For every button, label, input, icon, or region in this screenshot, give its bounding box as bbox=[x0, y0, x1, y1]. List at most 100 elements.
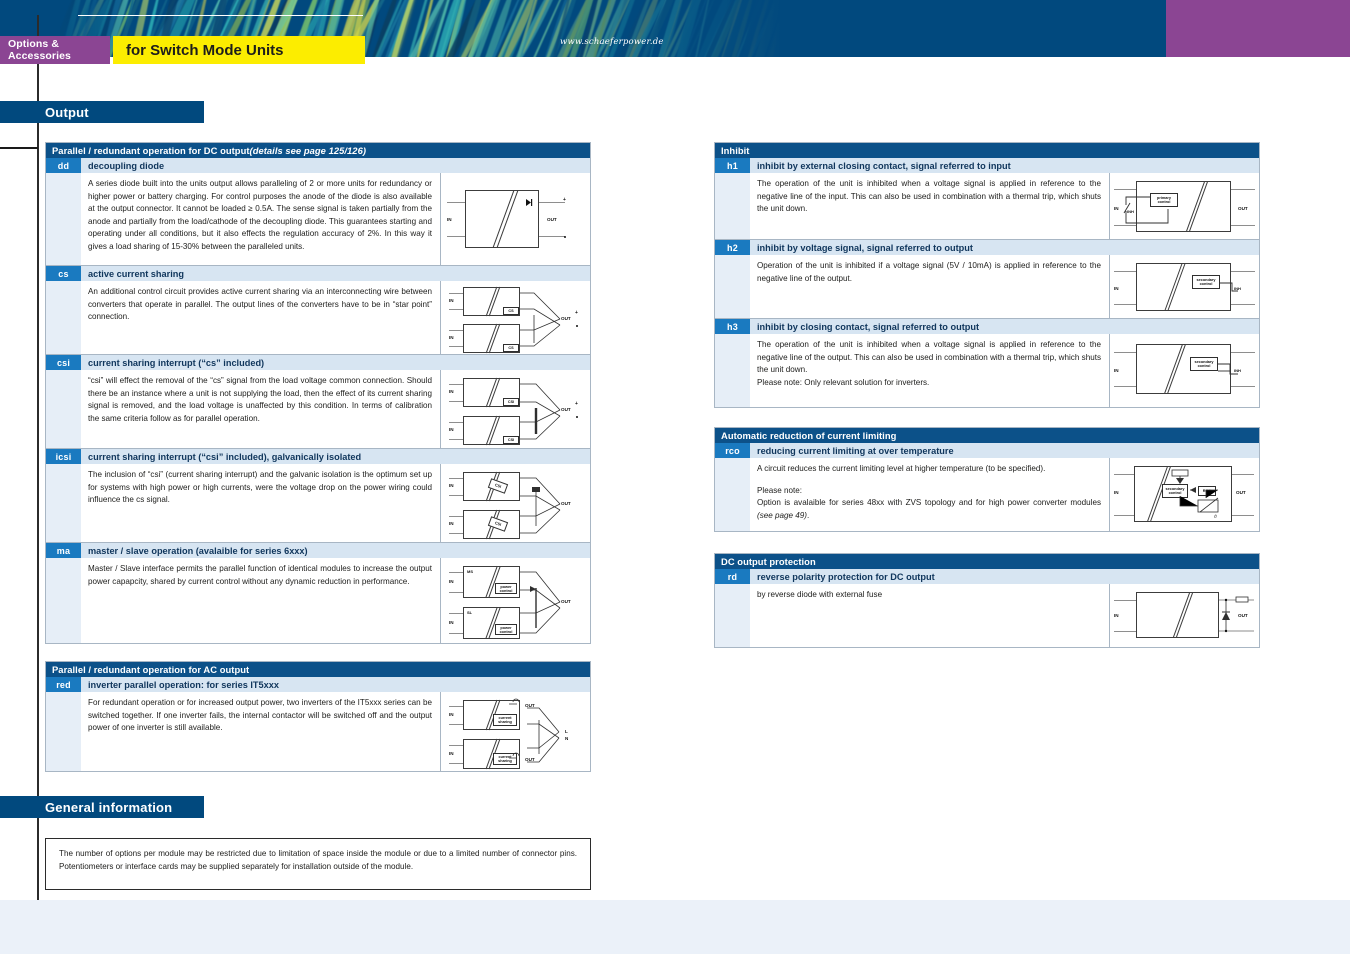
label-n: N bbox=[565, 736, 568, 741]
description-dd: A series diode built into the units outp… bbox=[81, 173, 440, 265]
reverse-diode-fuse-wiring bbox=[1210, 594, 1258, 640]
description-h3: The operation of the unit is inhibited w… bbox=[750, 334, 1109, 407]
converter-box bbox=[1136, 592, 1219, 638]
label-out: OUT bbox=[561, 316, 571, 321]
banner-hairline bbox=[78, 15, 363, 16]
diagram-h3: secondary control IN INH bbox=[1109, 334, 1259, 407]
label-in: IN bbox=[1114, 286, 1119, 291]
description-h3-p2: Please note: Only relevant solution for … bbox=[757, 377, 1101, 390]
diagram-csi: CSI CSI IN IN OUT + bbox=[440, 370, 590, 448]
sub-header-h3: h3 inhibit by closing contact, signal re… bbox=[715, 319, 1259, 334]
row-gutter bbox=[715, 334, 750, 407]
label-in: IN bbox=[449, 751, 454, 756]
option-label-dd: decoupling diode bbox=[81, 158, 590, 173]
csi-block-bottom: CSI bbox=[503, 436, 519, 444]
diagram-dd: IN OUT + bbox=[440, 173, 590, 265]
section-heading-general: General information bbox=[0, 796, 204, 818]
option-label-csi: current sharing interrupt (“cs” included… bbox=[81, 355, 590, 370]
description-rco: A circuit reduces the current limiting l… bbox=[750, 458, 1109, 531]
code-badge-h2: h2 bbox=[715, 240, 750, 255]
section-heading-output: Output bbox=[0, 101, 204, 123]
table-parallel-dc: Parallel / redundant operation for DC ou… bbox=[45, 142, 591, 644]
table-row-rco: A circuit reduces the current limiting l… bbox=[715, 458, 1259, 531]
sub-header-rd: rd reverse polarity protection for DC ou… bbox=[715, 569, 1259, 584]
diagram-rd: IN OUT bbox=[1109, 584, 1259, 647]
label-ms: MS bbox=[467, 569, 473, 574]
row-gutter bbox=[46, 173, 81, 265]
sub-header-h2: h2 inhibit by voltage signal, signal ref… bbox=[715, 240, 1259, 255]
description-h1: The operation of the unit is inhibited w… bbox=[750, 173, 1109, 239]
label-in: IN bbox=[449, 620, 454, 625]
table-row-csi: “csi” will effect the removal of the “cs… bbox=[46, 370, 590, 449]
table-row-h2: Operation of the unit is inhibited if a … bbox=[715, 255, 1259, 319]
inhibit-signal-wiring bbox=[1216, 281, 1242, 297]
label-out: OUT bbox=[547, 217, 557, 222]
label-in: IN bbox=[449, 335, 454, 340]
sub-header-csi: csi current sharing interrupt (“cs” incl… bbox=[46, 355, 590, 370]
description-ma: Master / Slave interface permits the par… bbox=[81, 558, 440, 643]
star-point-wiring bbox=[520, 285, 566, 355]
description-rco-p2: Please note: bbox=[757, 485, 1101, 498]
page-title-tab: for Switch Mode Units bbox=[113, 36, 365, 64]
code-badge-rd: rd bbox=[715, 569, 750, 584]
diagram-h2: secondary control IN INH bbox=[1109, 255, 1259, 318]
inhibit-contact-wiring bbox=[1210, 362, 1242, 382]
table-header-text: Parallel / redundant operation for DC ou… bbox=[52, 145, 250, 156]
label-in: IN bbox=[449, 427, 454, 432]
label-out: OUT bbox=[1236, 490, 1246, 495]
table-row-ma: Master / Slave interface permits the par… bbox=[46, 558, 590, 643]
sub-header-icsi: icsi current sharing interrupt (“csi” in… bbox=[46, 449, 590, 464]
diagram-h1: primary control IN OUT INH bbox=[1109, 173, 1259, 239]
label-in: IN bbox=[447, 217, 452, 222]
label-in: IN bbox=[449, 389, 454, 394]
code-badge-csi: csi bbox=[46, 355, 81, 370]
code-badge-rco: rco bbox=[715, 443, 750, 458]
code-badge-h3: h3 bbox=[715, 319, 750, 334]
label-l: L bbox=[565, 729, 568, 734]
label-in: IN bbox=[449, 712, 454, 717]
table-header-inhibit: Inhibit bbox=[715, 143, 1259, 158]
sub-header-cs: cs active current sharing bbox=[46, 266, 590, 281]
star-point-wiring bbox=[520, 470, 566, 542]
code-badge-h1: h1 bbox=[715, 158, 750, 173]
table-row-cs: An additional control circuit provides a… bbox=[46, 281, 590, 355]
row-gutter bbox=[715, 458, 750, 531]
option-label-icsi: current sharing interrupt (“csi” include… bbox=[81, 449, 590, 464]
rco-circuit-wiring: ϑ bbox=[1156, 468, 1228, 522]
website-url: www.schaeferpower.de bbox=[560, 37, 780, 47]
table-dc-protection: DC output protection rd reverse polarity… bbox=[714, 553, 1260, 648]
label-out: OUT bbox=[1238, 206, 1248, 211]
option-label-h1: inhibit by external closing contact, sig… bbox=[750, 158, 1259, 173]
diagram-icsi: CSI CSI IN IN OUT bbox=[440, 464, 590, 542]
table-row-rd: by reverse diode with external fuse IN O… bbox=[715, 584, 1259, 647]
general-information-box: The number of options per module may be … bbox=[45, 838, 591, 890]
label-out: OUT bbox=[561, 501, 571, 506]
cs-block-bottom: CS bbox=[503, 344, 519, 352]
description-rco-p3-end: . bbox=[807, 511, 809, 520]
description-rco-page-ref: (see page 49) bbox=[757, 511, 807, 520]
ac-parallel-wiring bbox=[509, 698, 567, 772]
label-in: IN bbox=[1114, 613, 1119, 618]
diagram-ma: MS power control SL power control IN IN bbox=[440, 558, 590, 643]
sub-header-red: red inverter parallel operation: for ser… bbox=[46, 677, 590, 692]
option-label-rco: reducing current limiting at over temper… bbox=[750, 443, 1259, 458]
table-header-parallel-dc: Parallel / redundant operation for DC ou… bbox=[46, 143, 590, 158]
svg-text:ϑ: ϑ bbox=[1214, 515, 1217, 520]
code-badge-red: red bbox=[46, 677, 81, 692]
row-gutter bbox=[46, 281, 81, 354]
label-in: IN bbox=[1114, 368, 1119, 373]
table-row-icsi: The inclusion of “csi” (current sharing … bbox=[46, 464, 590, 543]
option-label-h3: inhibit by closing contact, signal refer… bbox=[750, 319, 1259, 334]
table-current-limiting: Automatic reduction of current limiting … bbox=[714, 427, 1260, 532]
description-csi: “csi” will effect the removal of the “cs… bbox=[81, 370, 440, 448]
inhibit-contact-wiring bbox=[1122, 191, 1184, 227]
option-label-cs: active current sharing bbox=[81, 266, 590, 281]
label-in: IN bbox=[449, 298, 454, 303]
diagram-red: current sharing current sharing IN IN OU… bbox=[440, 692, 590, 771]
star-point-wiring bbox=[520, 376, 566, 448]
row-gutter bbox=[46, 558, 81, 643]
description-h3-p1: The operation of the unit is inhibited w… bbox=[757, 339, 1101, 377]
code-badge-cs: cs bbox=[46, 266, 81, 281]
table-inhibit: Inhibit h1 inhibit by external closing c… bbox=[714, 142, 1260, 408]
description-rco-p3: Option is avalaible for series 48xx with… bbox=[757, 497, 1101, 522]
